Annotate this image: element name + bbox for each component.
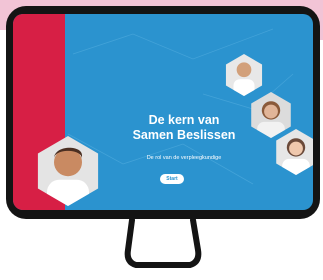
monitor-stand xyxy=(124,217,202,268)
